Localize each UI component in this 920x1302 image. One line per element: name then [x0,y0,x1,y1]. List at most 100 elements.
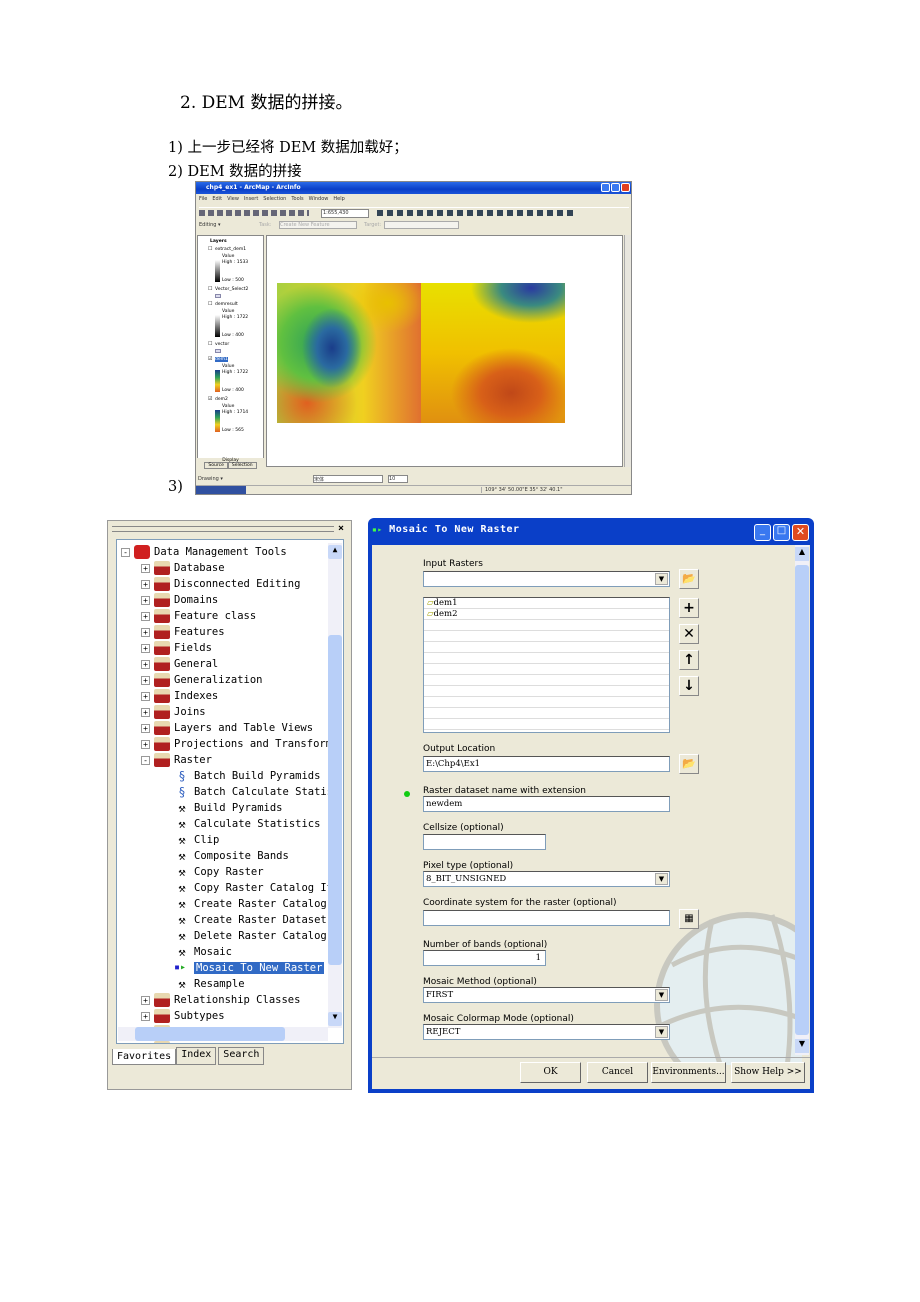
tree-item[interactable]: + Joins [141,704,206,720]
toc-layer[interactable]: dem2 [215,397,228,402]
layer-checkbox[interactable]: ☐ [208,341,212,347]
dropdown-arrow-icon[interactable]: ▼ [655,989,668,1001]
tree-item[interactable]: - Raster [141,752,212,768]
dialog-vertical-scrollbar[interactable]: ▲ ▼ [795,545,809,1055]
move-up-button[interactable]: ↑ [679,650,699,670]
tree-item[interactable]: + Layers and Table Views [141,720,313,736]
menu-file[interactable]: File [199,196,207,202]
expand-icon[interactable]: + [141,995,150,1005]
expand-icon[interactable]: + [141,611,150,621]
tab-source[interactable]: Source [204,462,228,469]
scroll-up-button[interactable]: ▲ [328,545,342,559]
tree-item[interactable]: + Feature class [141,608,256,624]
colormap-mode-select[interactable]: REJECT ▼ [423,1024,670,1040]
expand-icon[interactable]: + [141,563,150,573]
dropdown-arrow-icon[interactable]: ▼ [655,1026,668,1038]
expand-icon[interactable]: + [141,739,150,749]
menu-view[interactable]: View [227,196,239,202]
toc-root[interactable]: Layers [210,239,227,244]
environments-button[interactable]: Environments... [651,1062,726,1083]
dropdown-arrow-icon[interactable]: ▼ [655,573,668,585]
map-view[interactable] [266,235,623,467]
maximize-button[interactable] [611,183,620,192]
tree-item[interactable]: + Fields [141,640,212,656]
close-button[interactable] [621,183,630,192]
move-down-button[interactable]: ↓ [679,676,699,696]
tab-index[interactable]: Index [176,1047,217,1065]
menu-selection[interactable]: Selection [263,196,286,202]
toc-layer[interactable]: vector [215,342,229,347]
scroll-thumb[interactable] [795,565,809,1035]
toc-layer[interactable]: extract_dem1 [215,247,246,252]
list-item[interactable]: ▱dem1 [424,598,669,609]
dropdown-arrow-icon[interactable]: ▼ [655,873,668,885]
minimize-button[interactable] [601,183,610,192]
target-combo[interactable] [384,221,459,229]
expand-icon[interactable]: + [141,627,150,637]
tree-item[interactable]: + Relationship Classes [141,992,300,1008]
expand-icon[interactable]: + [141,595,150,605]
editor-menu[interactable]: Editing ▾ [199,222,221,228]
tree-item[interactable]: ⚒ Create Raster Catalog [174,896,326,912]
font-size-combo[interactable]: 10 [388,475,408,483]
browse-folder-button[interactable]: 📂 [679,569,699,589]
drawing-menu[interactable]: Drawing ▾ [198,476,223,482]
layer-checkbox[interactable]: ☐ [208,246,212,252]
expand-icon[interactable]: + [141,659,150,669]
menu-edit[interactable]: Edit [212,196,222,202]
tree-item[interactable]: + Subtypes [141,1008,225,1024]
tree-item[interactable]: + Indexes [141,688,218,704]
spatial-reference-button[interactable]: ▦ [679,909,699,929]
coord-system-input[interactable] [423,910,670,926]
browse-folder-button[interactable]: 📂 [679,754,699,774]
tree-item[interactable]: ⚒ Create Raster Dataset [174,912,326,928]
tree-horizontal-scrollbar[interactable] [118,1027,328,1041]
input-rasters-list[interactable]: ▱dem1 ▱dem2 [423,597,670,733]
tree-item[interactable]: ⚒ Delete Raster Catalog [174,928,326,944]
menu-window[interactable]: Window [309,196,329,202]
close-icon[interactable]: × [338,523,344,534]
tree-item[interactable]: ⚒ Composite Bands [174,848,288,864]
mosaic-method-select[interactable]: FIRST ▼ [423,987,670,1003]
cellsize-input[interactable] [423,834,546,850]
tab-search[interactable]: Search [218,1047,265,1065]
collapse-icon[interactable]: - [141,755,150,765]
tree-item[interactable]: ▪▸ Mosaic To New Raster [174,960,325,976]
tree-item[interactable]: - Data Management Tools [121,544,287,560]
tab-selection[interactable]: Selection [227,462,257,469]
close-button[interactable]: ✕ [792,524,809,541]
expand-icon[interactable]: + [141,643,150,653]
add-button[interactable]: + [679,598,699,618]
tree-item[interactable]: + Disconnected Editing [141,576,300,592]
scroll-thumb[interactable] [328,635,342,965]
expand-icon[interactable]: + [141,707,150,717]
minimize-button[interactable]: _ [754,524,771,541]
maximize-button[interactable]: □ [773,524,790,541]
layer-checkbox[interactable]: ☑ [208,356,212,362]
tree-item[interactable]: ⚒ Resample [174,976,244,992]
input-rasters-combo[interactable]: ▼ [423,571,670,587]
tree-item[interactable]: ⚒ Clip [174,832,219,848]
expand-icon[interactable]: + [141,691,150,701]
raster-name-input[interactable]: newdem [423,796,670,812]
toc-layer[interactable]: Vector_Select2 [215,287,248,292]
tree-item[interactable]: + Generalization [141,672,263,688]
cancel-button[interactable]: Cancel [587,1062,648,1083]
tree-vertical-scrollbar[interactable]: ▲ ▼ [328,543,342,1028]
tree-item[interactable]: + Projections and Transform [141,736,332,752]
expand-icon[interactable]: + [141,1044,150,1045]
panel-grip[interactable] [112,526,334,532]
show-help-button[interactable]: Show Help >> [731,1062,805,1083]
output-location-input[interactable]: E:\Chp4\Ex1 [423,756,670,772]
tree-item[interactable]: ⚒ Mosaic [174,944,232,960]
task-combo[interactable]: Create New Feature [279,221,357,229]
expand-icon[interactable]: + [141,675,150,685]
tree-item[interactable]: + Domains [141,592,218,608]
toc-layer[interactable]: demresult [215,302,238,307]
menu-insert[interactable]: Insert [244,196,258,202]
tree-item[interactable]: + General [141,656,218,672]
menu-help[interactable]: Help [333,196,344,202]
scroll-down-button[interactable]: ▼ [795,1039,809,1053]
tree-item[interactable]: ⚒ Calculate Statistics [174,816,320,832]
font-combo[interactable]: 宋体 [313,475,383,483]
